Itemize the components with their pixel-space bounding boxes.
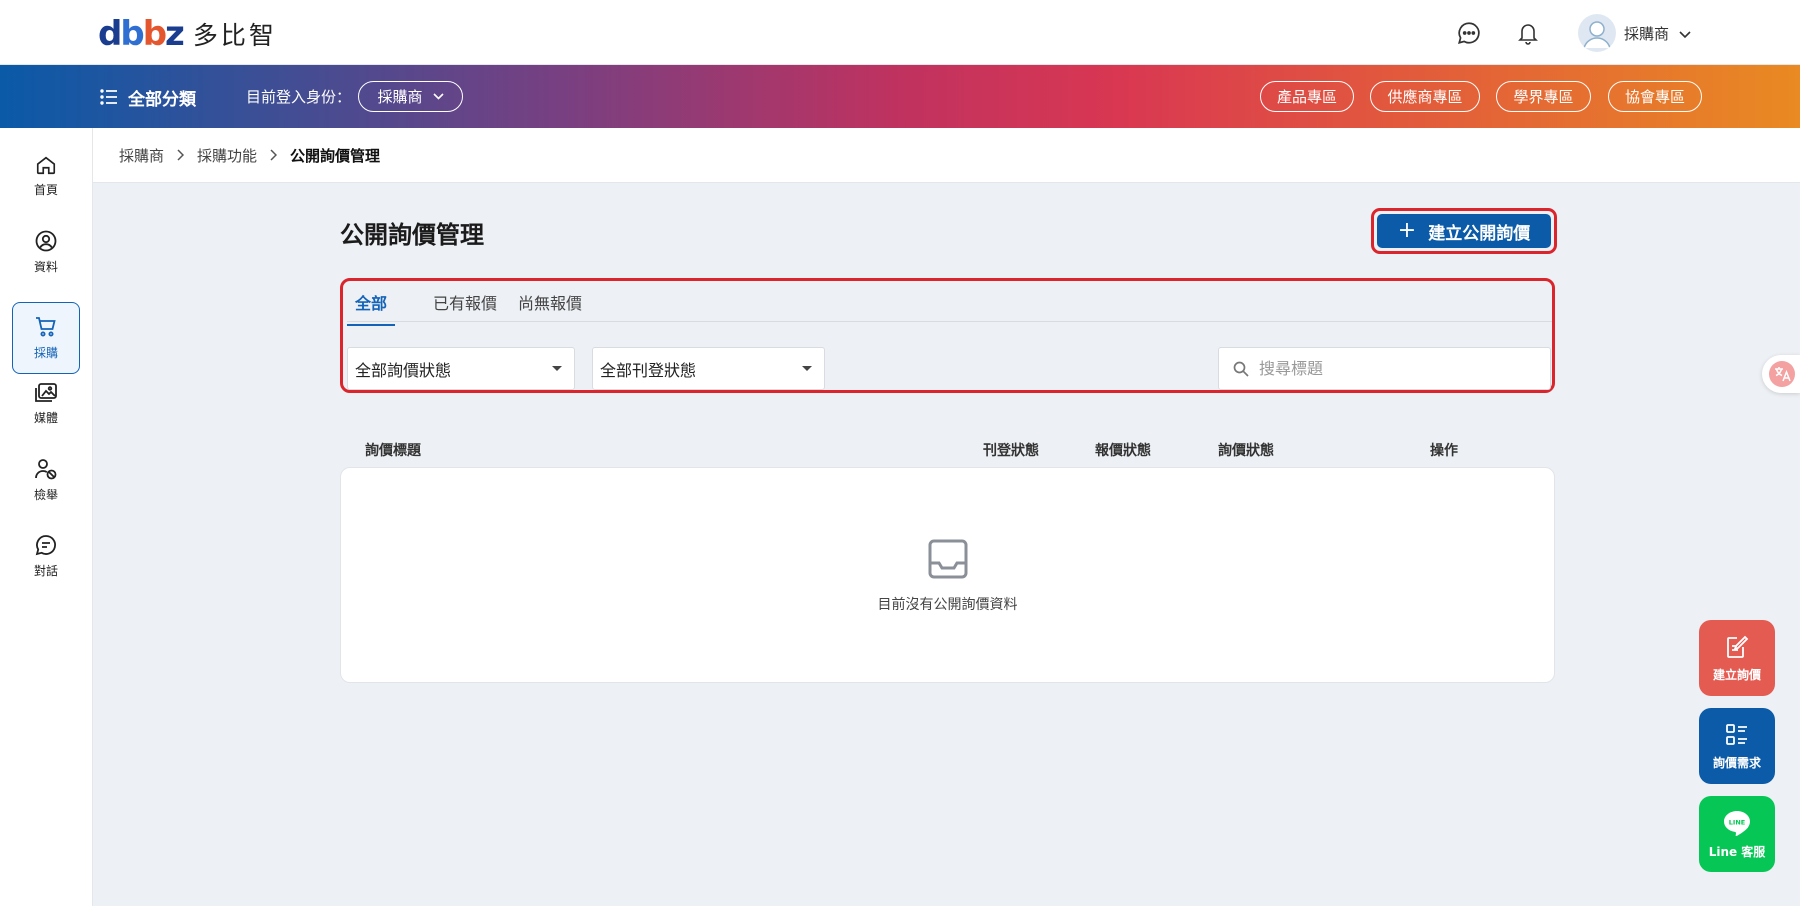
tab-quoted[interactable]: 已有報價 bbox=[433, 290, 497, 324]
identity-label: 目前登入身份： bbox=[246, 88, 352, 106]
fab-inquiry-demand[interactable]: 詢價需求 bbox=[1699, 708, 1775, 784]
user-menu[interactable]: 採購商 bbox=[1578, 14, 1691, 52]
identity-value: 採購商 bbox=[377, 88, 423, 106]
report-user-icon bbox=[35, 459, 57, 480]
search-box bbox=[1218, 347, 1551, 390]
left-sidebar: 首頁 資料 採購 媒體 檢舉 對話 bbox=[0, 128, 93, 906]
column-header-title: 詢價標題 bbox=[365, 443, 421, 459]
sidebar-item-label: 首頁 bbox=[33, 183, 58, 197]
create-button-highlight: + 建立公開詢價 bbox=[1371, 208, 1557, 254]
sidebar-item-home[interactable]: 首頁 bbox=[12, 140, 80, 212]
translate-icon bbox=[1769, 361, 1795, 387]
list-icon bbox=[100, 89, 117, 105]
inquiry-table: 目前沒有公開詢價資料 bbox=[340, 467, 1555, 683]
message-icon[interactable] bbox=[1455, 19, 1483, 47]
category-navbar: 全部分類 目前登入身份： 採購商 產品專區 供應商專區 學界專區 協會專區 bbox=[0, 65, 1800, 128]
cart-icon bbox=[36, 317, 56, 337]
empty-state-text: 目前沒有公開詢價資料 bbox=[877, 597, 1018, 613]
identity-select[interactable]: 採購商 bbox=[358, 81, 463, 112]
zone-academia-button[interactable]: 學界專區 bbox=[1496, 81, 1591, 112]
all-categories-label: 全部分類 bbox=[128, 89, 196, 110]
chevron-right-icon bbox=[270, 149, 278, 161]
line-logo-text: LINE bbox=[1729, 818, 1745, 826]
sidebar-item-media[interactable]: 媒體 bbox=[12, 368, 80, 440]
bell-icon[interactable] bbox=[1514, 19, 1542, 47]
caret-down-icon bbox=[552, 366, 562, 371]
search-input[interactable] bbox=[1259, 359, 1529, 378]
inquiry-status-select[interactable]: 全部詢價狀態 bbox=[347, 347, 575, 390]
user-circle-icon bbox=[35, 230, 57, 252]
fab-label: Line 客服 bbox=[1708, 844, 1766, 859]
publish-status-select[interactable]: 全部刊登狀態 bbox=[592, 347, 825, 390]
edit-document-icon bbox=[1727, 635, 1749, 658]
caret-down-icon bbox=[802, 366, 812, 371]
create-button-label: 建立公開詢價 bbox=[1428, 223, 1531, 244]
sidebar-item-label: 對話 bbox=[33, 564, 58, 578]
tab-all[interactable]: 全部 bbox=[347, 290, 396, 326]
logo-text: 多比智 bbox=[192, 21, 277, 50]
logo-mark: dbbz bbox=[98, 14, 185, 54]
sidebar-item-chat[interactable]: 對話 bbox=[12, 520, 80, 592]
sidebar-item-label: 檢舉 bbox=[33, 488, 58, 502]
chevron-down-icon bbox=[1679, 24, 1691, 43]
tab-bar: 全部 已有報價 尚無報價 bbox=[347, 281, 1552, 326]
breadcrumb: 採購商 採購功能 公開詢價管理 bbox=[93, 128, 1800, 183]
sidebar-item-report[interactable]: 檢舉 bbox=[12, 444, 80, 516]
media-icon bbox=[35, 383, 57, 402]
line-icon: LINE bbox=[1724, 810, 1750, 836]
zone-associations-button[interactable]: 協會專區 bbox=[1608, 81, 1702, 112]
column-header-quote-status: 報價狀態 bbox=[1095, 443, 1151, 459]
inbox-icon bbox=[928, 539, 967, 579]
search-icon bbox=[1233, 361, 1249, 377]
user-name: 採購商 bbox=[1624, 24, 1670, 43]
breadcrumb-item[interactable]: 採購商 bbox=[119, 145, 164, 166]
plus-icon: + bbox=[1397, 218, 1417, 243]
sidebar-item-purchase[interactable]: 採購 bbox=[12, 302, 80, 374]
fab-label: 詢價需求 bbox=[1712, 755, 1761, 770]
column-header-actions: 操作 bbox=[1430, 443, 1458, 459]
breadcrumb-current: 公開詢價管理 bbox=[290, 146, 381, 165]
top-header: dbbz 多比智 採購商 bbox=[0, 0, 1800, 65]
tab-not-quoted[interactable]: 尚無報價 bbox=[518, 290, 582, 324]
fab-line-service[interactable]: LINE Line 客服 bbox=[1699, 796, 1775, 872]
brand-logo[interactable]: dbbz 多比智 bbox=[98, 15, 277, 53]
fab-label: 建立詢價 bbox=[1712, 667, 1761, 682]
sidebar-item-label: 採購 bbox=[33, 346, 58, 360]
fab-create-inquiry[interactable]: 建立詢價 bbox=[1699, 620, 1775, 696]
breadcrumb-item[interactable]: 採購功能 bbox=[197, 145, 257, 166]
publish-status-value: 全部刊登狀態 bbox=[600, 360, 697, 380]
zone-suppliers-button[interactable]: 供應商專區 bbox=[1370, 81, 1480, 112]
all-categories-button[interactable]: 全部分類 bbox=[100, 83, 196, 111]
filter-panel: 全部 已有報價 尚無報價 全部詢價狀態 全部刊登狀態 bbox=[340, 278, 1555, 393]
column-header-publish-status: 刊登狀態 bbox=[983, 443, 1039, 459]
chevron-right-icon bbox=[177, 149, 185, 161]
chat-icon bbox=[35, 535, 56, 556]
empty-state: 目前沒有公開詢價資料 bbox=[341, 538, 1554, 614]
home-icon bbox=[36, 156, 56, 175]
chevron-down-icon bbox=[432, 93, 444, 100]
sidebar-item-profile[interactable]: 資料 bbox=[12, 216, 80, 288]
translate-button[interactable] bbox=[1762, 355, 1800, 393]
list-detail-icon bbox=[1726, 723, 1747, 745]
inquiry-status-value: 全部詢價狀態 bbox=[355, 360, 452, 380]
avatar bbox=[1578, 14, 1616, 52]
sidebar-item-label: 媒體 bbox=[33, 411, 58, 425]
zone-products-button[interactable]: 產品專區 bbox=[1260, 81, 1354, 112]
create-public-inquiry-button[interactable]: + 建立公開詢價 bbox=[1377, 214, 1551, 248]
page-title: 公開詢價管理 bbox=[340, 221, 484, 249]
sidebar-item-label: 資料 bbox=[33, 260, 58, 274]
column-header-inquiry-status: 詢價狀態 bbox=[1218, 443, 1274, 459]
